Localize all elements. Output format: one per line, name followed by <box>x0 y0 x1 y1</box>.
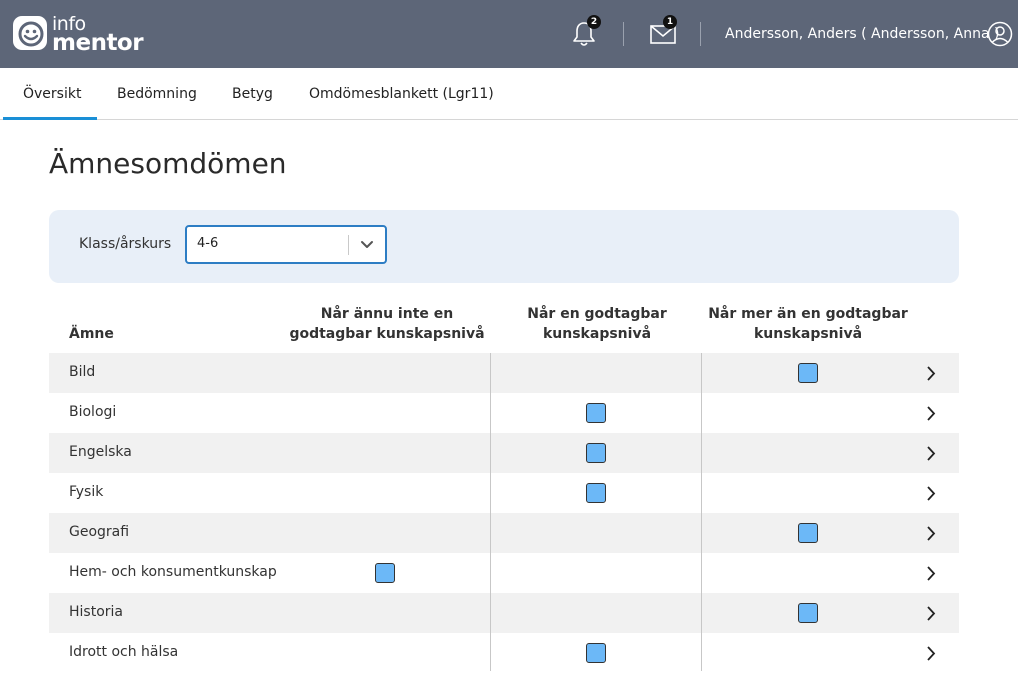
table-row[interactable]: Engelska <box>49 433 959 473</box>
subject-name: Historia <box>69 604 123 620</box>
table-row[interactable]: Biologi <box>49 393 959 433</box>
table-row[interactable]: Idrott och hälsa <box>49 633 959 673</box>
class-filter-label: Klass/årskurs <box>79 236 172 252</box>
subject-name: Hem- och konsumentkunskap <box>69 564 277 580</box>
header-divider <box>700 22 701 46</box>
subject-name: Idrott och hälsa <box>69 644 179 660</box>
page-title: Ämnesomdömen <box>49 147 287 180</box>
table-row[interactable]: Historia <box>49 593 959 633</box>
subject-name: Biologi <box>69 404 117 420</box>
table-row[interactable]: Bild <box>49 353 959 393</box>
table-row[interactable]: Fysik <box>49 473 959 513</box>
chevron-right-icon[interactable] <box>925 445 937 462</box>
tab-bar: Översikt Bedömning Betyg Omdömesblankett… <box>0 68 1018 120</box>
chevron-right-icon[interactable] <box>925 525 937 542</box>
chevron-right-icon[interactable] <box>925 645 937 662</box>
assessment-marker <box>586 403 606 423</box>
column-divider <box>490 353 491 671</box>
header-divider <box>623 22 624 46</box>
assessment-marker <box>798 523 818 543</box>
user-icon[interactable] <box>987 21 1013 47</box>
logo-face-icon <box>13 16 47 50</box>
notifications-count-badge: 2 <box>587 15 601 29</box>
column-divider <box>701 353 702 671</box>
column-header-subject: Ämne <box>69 326 114 342</box>
column-header-level2: Når en godtagbar kunskapsnivå <box>527 306 667 342</box>
table-row[interactable]: Hem- och konsumentkunskap <box>49 553 959 593</box>
top-bar: info mentor 2 1 Andersson, Anders ( Ande… <box>0 0 1018 68</box>
messages-count-badge: 1 <box>663 15 677 29</box>
chevron-right-icon[interactable] <box>925 565 937 582</box>
table-row[interactable]: Geografi <box>49 513 959 553</box>
logo-text-mentor: mentor <box>52 30 144 56</box>
assessment-marker <box>586 643 606 663</box>
chevron-down-icon[interactable] <box>359 236 375 254</box>
user-name[interactable]: Andersson, Anders ( Andersson, Anna ) <box>725 24 999 44</box>
tab-omdomesblankett[interactable]: Omdömesblankett (Lgr11) <box>289 68 514 120</box>
chevron-right-icon[interactable] <box>925 365 937 382</box>
subject-name: Engelska <box>69 444 132 460</box>
infomentor-logo[interactable]: info mentor <box>13 14 144 56</box>
tab-betyg[interactable]: Betyg <box>212 68 293 120</box>
assessment-marker <box>586 483 606 503</box>
subject-name: Bild <box>69 364 96 380</box>
table-header: Ämne Når ännu inte en godtagbar kunskaps… <box>49 300 959 353</box>
filter-panel: Klass/årskurs 4-6 <box>49 210 959 283</box>
assessment-marker <box>798 603 818 623</box>
subject-name: Fysik <box>69 484 104 500</box>
assessment-marker <box>798 363 818 383</box>
column-header-level1: Når ännu inte en godtagbar kunskapsnivå <box>289 306 485 342</box>
select-separator <box>348 235 349 255</box>
assessment-marker <box>375 563 395 583</box>
tab-oversikt[interactable]: Översikt <box>3 68 97 120</box>
class-select[interactable]: 4-6 <box>185 225 387 264</box>
subject-name: Geografi <box>69 524 130 540</box>
chevron-right-icon[interactable] <box>925 405 937 422</box>
assessment-marker <box>586 443 606 463</box>
class-select-value: 4-6 <box>197 236 219 251</box>
chevron-right-icon[interactable] <box>925 485 937 502</box>
tab-bedomning[interactable]: Bedömning <box>97 68 217 120</box>
column-header-level3: Når mer än en godtagbar kunskapsnivå <box>708 306 908 342</box>
chevron-right-icon[interactable] <box>925 605 937 622</box>
table-body: Bild Biologi Engelska Fysik Geografi Hem… <box>49 353 959 673</box>
